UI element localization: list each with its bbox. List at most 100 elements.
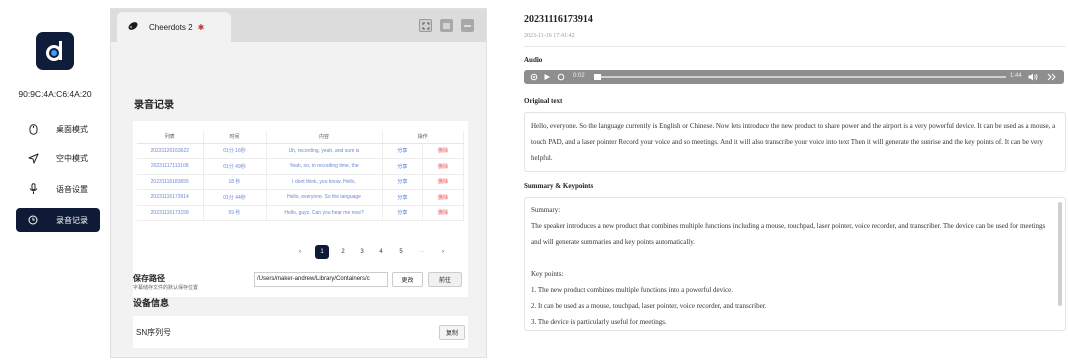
- open-path-button[interactable]: 前往: [428, 272, 462, 287]
- minimize-button[interactable]: [461, 19, 474, 32]
- save-path-input[interactable]: /Users/maker-andrew/Library/Containers/c: [254, 272, 388, 287]
- recording-id: 20231116173158: [137, 205, 204, 221]
- play-icon[interactable]: [543, 73, 551, 81]
- device-info-card: SN序列号 复制: [133, 316, 468, 348]
- divider: [524, 46, 1066, 47]
- forward-icon[interactable]: [1047, 73, 1056, 81]
- recording-preview: Yeah, no, in recording time, the: [266, 158, 383, 175]
- column-header: 内容: [266, 131, 383, 144]
- share-button[interactable]: 分享: [382, 174, 424, 190]
- delete-button[interactable]: 删除: [422, 143, 464, 159]
- table-row[interactable]: 20231120163622 01分 16秒 Uh, recording, yeah…: [137, 143, 464, 159]
- duration: 1:44: [1010, 73, 1022, 79]
- send-icon: [22, 153, 44, 164]
- sn-label: SN序列号: [136, 328, 172, 337]
- column-header: 操作: [382, 131, 464, 144]
- delete-button[interactable]: 删除: [422, 205, 464, 221]
- sidebar-item-label: 桌面模式: [56, 124, 88, 134]
- copy-sn-button[interactable]: 复制: [439, 325, 465, 340]
- delete-button[interactable]: 删除: [422, 189, 464, 206]
- table-row[interactable]: 20231116173158 59 秒 Hello, guys. Can you h…: [137, 205, 464, 221]
- menu-button[interactable]: [440, 19, 453, 32]
- share-button[interactable]: 分享: [382, 189, 424, 206]
- current-time: 0:02: [573, 73, 585, 79]
- volume-icon[interactable]: [1028, 73, 1038, 81]
- share-button[interactable]: 分享: [382, 158, 424, 175]
- sidebar-item-air-mode[interactable]: 空中模式: [16, 146, 100, 170]
- tab-cheerdots[interactable]: Cheerdots 2 ✱: [117, 12, 231, 42]
- replay-icon[interactable]: [557, 73, 565, 81]
- table-row[interactable]: 20231116183655 18 秒I dont think, you know…: [137, 174, 464, 190]
- recording-preview: Hello, guys. Can you hear me now?: [266, 205, 383, 221]
- pagination-page[interactable]: 1: [315, 245, 329, 259]
- keypoint-item: 1. The new product combines multiple fun…: [531, 286, 734, 294]
- pagination-page[interactable]: 3: [355, 245, 369, 259]
- save-path-label: 保存路径: [133, 274, 165, 283]
- clock-icon: [22, 215, 44, 225]
- summary-scrollbar[interactable]: [1058, 202, 1062, 306]
- keypoint-item: 2. It can be used as a mouse, touchpad, …: [531, 302, 767, 310]
- logo-d-icon: [46, 41, 62, 61]
- audio-player[interactable]: 0:02 1:44: [524, 70, 1064, 84]
- audio-label: Audio: [524, 56, 543, 64]
- original-text-box: Hello, everyone. So the language current…: [524, 112, 1066, 172]
- device-info-title: 设备信息: [133, 298, 170, 308]
- pagination-page[interactable]: 4: [374, 245, 388, 259]
- share-button[interactable]: 分享: [382, 205, 424, 221]
- change-path-button[interactable]: 更改: [392, 272, 423, 287]
- sidebar: 90:9C:4A:C6:4A:20 桌面模式 空中模式 语音设置 录音记录: [0, 0, 110, 360]
- original-text-label: Original text: [524, 97, 563, 105]
- pagination-prev[interactable]: ‹: [293, 245, 307, 259]
- sidebar-item-label: 录音记录: [56, 215, 88, 225]
- delete-button[interactable]: 删除: [422, 174, 464, 190]
- sidebar-item-desktop-mode[interactable]: 桌面模式: [16, 117, 100, 141]
- summary-text: The speaker introduces a new product tha…: [531, 222, 1046, 246]
- summary-label: Summary & Keypoints: [524, 182, 594, 190]
- table-row[interactable]: 20231116173914 01分 44秒 Hello, everyone. So…: [137, 189, 464, 206]
- sidebar-item-recordings[interactable]: 录音记录: [16, 208, 100, 232]
- bug-icon: ✱: [197, 22, 205, 32]
- share-button[interactable]: 分享: [382, 143, 424, 159]
- pagination-page[interactable]: 2: [336, 245, 350, 259]
- sidebar-item-voice-settings[interactable]: 语音设置: [16, 177, 100, 201]
- column-header: 时间: [203, 131, 267, 144]
- tab-title: Cheerdots 2: [149, 22, 193, 32]
- recordings-card: 列表 时间 内容 操作 20231120163622 01分 16秒 Uh, rec…: [133, 121, 468, 297]
- progress-fill: [594, 73, 601, 80]
- recording-duration: 01分 16秒: [203, 143, 267, 159]
- recording-preview: Uh, recording, yeah, and sure is: [266, 143, 383, 159]
- summary-heading: Summary:: [531, 206, 561, 214]
- recording-duration: 59 秒: [203, 205, 267, 221]
- microphone-icon: [22, 183, 44, 195]
- pagination-more[interactable]: ···: [415, 245, 429, 259]
- original-text: Hello, everyone. So the language current…: [531, 122, 1056, 162]
- save-path-hint: 字幕储存文件的默认保存位置: [133, 285, 199, 291]
- recording-id: 20231116173914: [137, 189, 204, 206]
- app-logo: [36, 32, 74, 70]
- delete-button[interactable]: 删除: [422, 158, 464, 175]
- column-header: 列表: [137, 131, 204, 144]
- expand-button[interactable]: [419, 19, 432, 32]
- sidebar-item-label: 语音设置: [56, 184, 88, 194]
- recording-id: 20231117113108: [137, 158, 204, 175]
- keypoint-item: 3. The device is particularly useful for…: [531, 318, 667, 326]
- sidebar-item-label: 空中模式: [56, 153, 88, 163]
- mac-address: 90:9C:4A:C6:4A:20: [18, 89, 92, 99]
- settings-icon[interactable]: [530, 73, 538, 81]
- app-tab-icon: [127, 20, 139, 34]
- recording-preview: I dont think, you know. Hello,: [266, 174, 383, 190]
- expand-icon: [422, 22, 429, 29]
- recording-preview: Hello, everyone. So the language: [266, 189, 383, 206]
- recording-id: 20231120163622: [137, 143, 204, 159]
- tab-bar: Cheerdots 2 ✱: [111, 9, 486, 42]
- keypoints-heading: Key points:: [531, 270, 564, 278]
- recording-title: 20231116173914: [524, 14, 593, 25]
- recording-duration: 01分 49秒: [203, 158, 267, 175]
- table-row[interactable]: 20231117113108 01分 49秒 Yeah, no, in record…: [137, 158, 464, 175]
- minimize-icon: [464, 24, 471, 27]
- summary-box: Summary: The speaker introduces a new pr…: [524, 197, 1066, 331]
- pagination-next[interactable]: ›: [436, 245, 450, 259]
- progress-track[interactable]: [594, 73, 1006, 80]
- pagination-page[interactable]: 5: [394, 245, 408, 259]
